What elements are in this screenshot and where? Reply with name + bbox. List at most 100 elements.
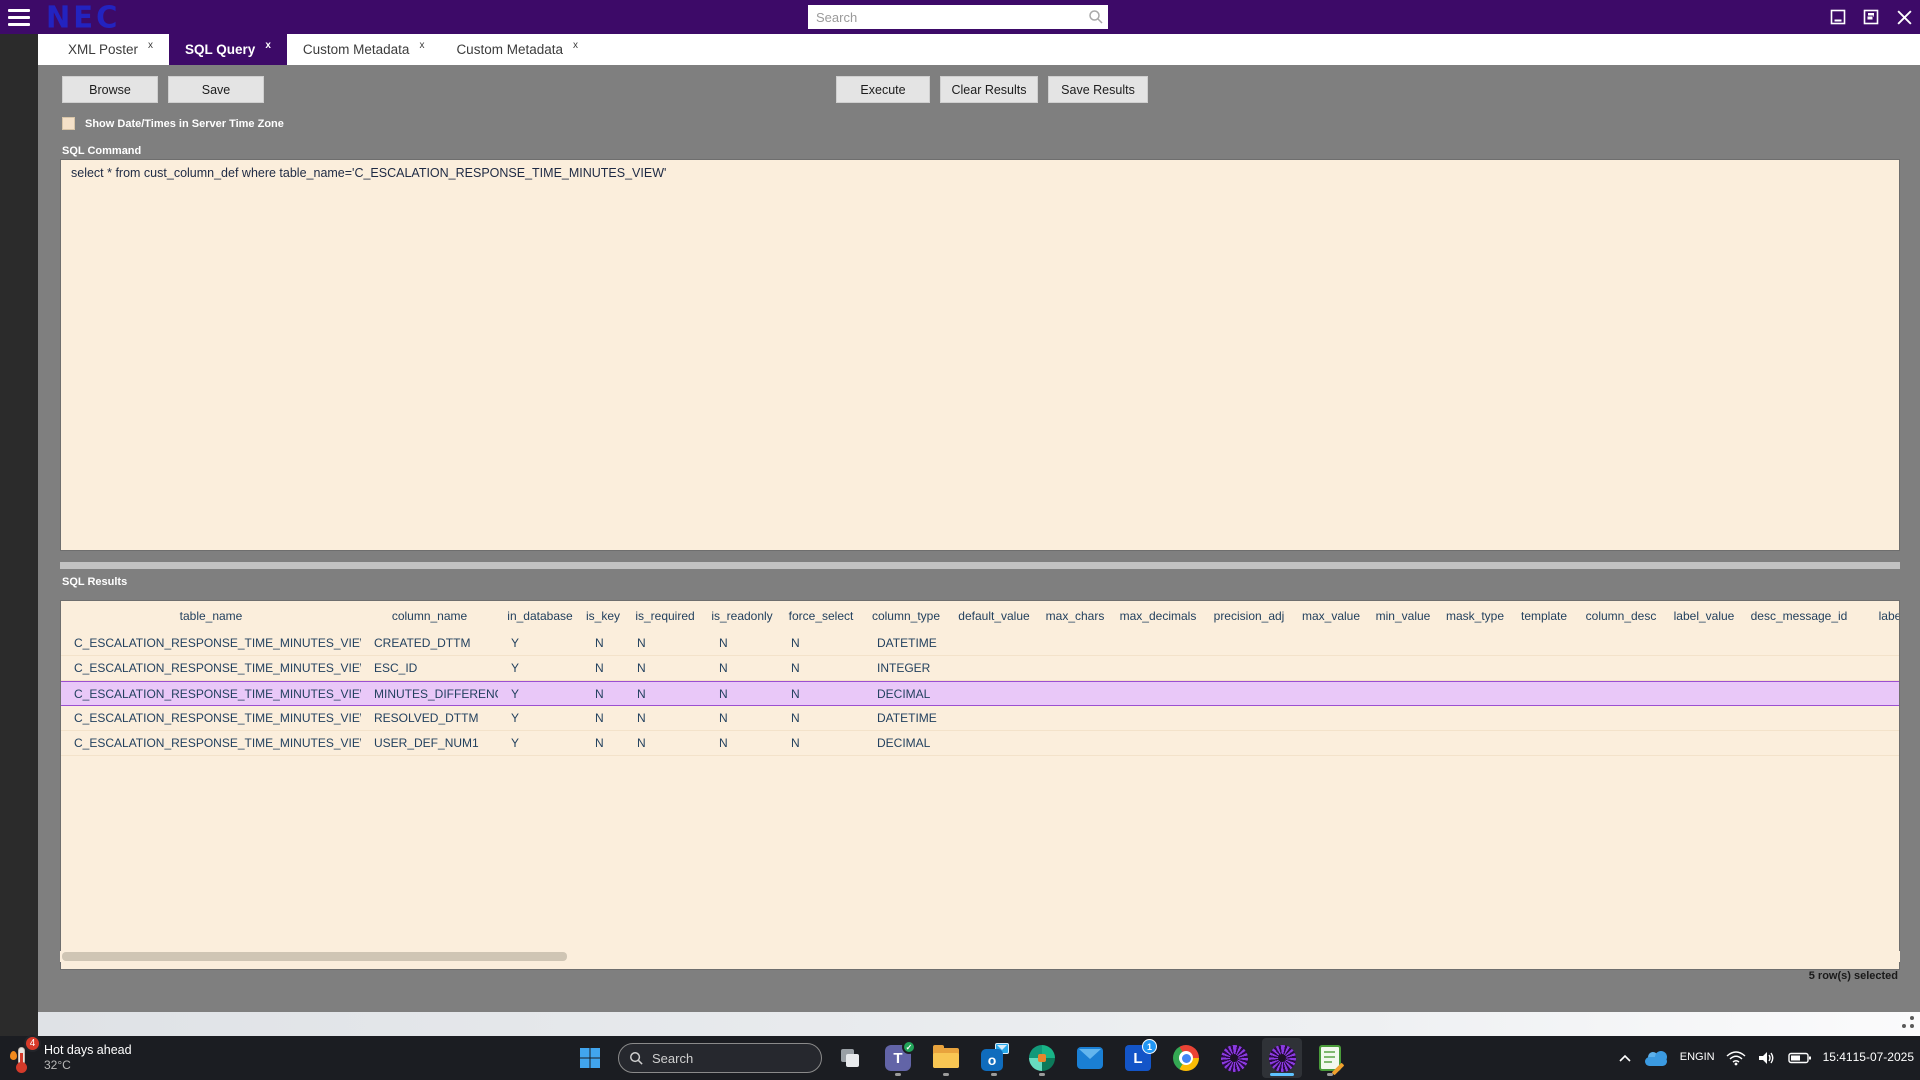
l-app-button[interactable]: L 1: [1118, 1038, 1158, 1078]
notification-badge: 4: [24, 1035, 41, 1052]
column-header[interactable]: column_type: [864, 609, 948, 623]
browse-button[interactable]: Browse: [62, 76, 158, 103]
tab-custom-metadata-1[interactable]: Custom Metadata x: [287, 34, 441, 65]
table-row[interactable]: C_ESCALATION_RESPONSE_TIME_MINUTES_VIEW …: [61, 631, 1899, 656]
tab-close-icon[interactable]: x: [265, 40, 271, 51]
horizontal-scrollbar[interactable]: [60, 951, 1900, 962]
timezone-checkbox-row: Show Date/Times in Server Time Zone: [62, 117, 284, 130]
splitter-handle[interactable]: [60, 562, 1900, 569]
clock-date[interactable]: 15:41 15-07-2025: [1823, 1050, 1914, 1066]
company-app-button[interactable]: [1022, 1038, 1062, 1078]
cell-in-database: Y: [511, 661, 520, 675]
scrollbar-thumb[interactable]: [62, 952, 567, 961]
pinwheel-app-button-1[interactable]: [1214, 1038, 1254, 1078]
column-header[interactable]: column_desc: [1574, 609, 1668, 623]
task-view-button[interactable]: [830, 1038, 870, 1078]
tray-chevron-up-icon[interactable]: [1618, 1054, 1632, 1063]
chrome-icon: [1173, 1045, 1199, 1071]
hamburger-menu-icon[interactable]: [0, 0, 38, 34]
column-header[interactable]: mask_type: [1436, 609, 1514, 623]
wifi-icon[interactable]: [1726, 1050, 1746, 1066]
table-row[interactable]: C_ESCALATION_RESPONSE_TIME_MINUTES_VIEW …: [61, 706, 1899, 731]
column-header[interactable]: desc_message_id: [1740, 609, 1858, 623]
system-tray: ENG IN 15:41 15-07-2025: [1618, 1036, 1914, 1080]
column-header[interactable]: precision_adj: [1206, 609, 1292, 623]
restore-icon[interactable]: [1861, 7, 1881, 27]
language-indicator[interactable]: ENG IN: [1680, 1051, 1715, 1065]
pinwheel-app-button-2-active[interactable]: [1262, 1038, 1302, 1078]
tab-close-icon[interactable]: x: [573, 40, 578, 51]
column-header[interactable]: force_select: [778, 609, 864, 623]
column-header[interactable]: min_value: [1370, 609, 1436, 623]
table-row-selected[interactable]: C_ESCALATION_RESPONSE_TIME_MINUTES_VIEW …: [61, 681, 1899, 706]
column-header[interactable]: is_required: [624, 609, 706, 623]
outlook-classic-button[interactable]: o: [974, 1038, 1014, 1078]
titlebar-search-input[interactable]: [808, 5, 1108, 29]
outlook-icon: o: [981, 1043, 1009, 1071]
minimize-icon[interactable]: [1828, 7, 1848, 27]
save-button[interactable]: Save: [168, 76, 264, 103]
column-header[interactable]: is_readonly: [706, 609, 778, 623]
weather-widget[interactable]: 4 Hot days ahead 32°C: [8, 1035, 132, 1080]
cell-column-type: INTEGER: [877, 661, 931, 675]
chrome-button[interactable]: [1166, 1038, 1206, 1078]
column-header[interactable]: label_n: [1858, 609, 1899, 623]
clear-results-button[interactable]: Clear Results: [940, 76, 1038, 103]
column-header[interactable]: label_value: [1668, 609, 1740, 623]
sql-command-label: SQL Command: [62, 145, 142, 157]
pinwheel-app-icon: [1220, 1044, 1248, 1072]
volume-icon[interactable]: [1757, 1050, 1777, 1066]
weather-temperature: 32°C: [44, 1058, 71, 1073]
file-explorer-button[interactable]: [926, 1038, 966, 1078]
execute-button[interactable]: Execute: [836, 76, 930, 103]
tab-close-icon[interactable]: x: [148, 40, 153, 51]
column-header[interactable]: in_database: [498, 609, 582, 623]
cell-in-database: Y: [511, 636, 520, 650]
tab-xml-poster[interactable]: XML Poster x: [52, 34, 169, 65]
taskbar: 4 Hot days ahead 32°C Search T ✓ o L 1 E…: [0, 1035, 1920, 1080]
column-header[interactable]: column_name: [361, 609, 498, 623]
taskbar-search[interactable]: Search: [618, 1043, 822, 1073]
timezone-checkbox-label: Show Date/Times in Server Time Zone: [85, 117, 284, 130]
cell-is-readonly: N: [719, 736, 728, 750]
close-icon[interactable]: [1894, 7, 1914, 27]
cell-force-select: N: [791, 636, 800, 650]
cell-column-name: ESC_ID: [374, 661, 418, 675]
notepad-app-button[interactable]: [1310, 1038, 1350, 1078]
battery-icon[interactable]: [1787, 1051, 1812, 1065]
outlook-new-button[interactable]: [1070, 1038, 1110, 1078]
sql-results-label: SQL Results: [62, 576, 128, 588]
cell-is-readonly: N: [719, 686, 728, 701]
cell-is-readonly: N: [719, 711, 728, 725]
column-header[interactable]: template: [1514, 609, 1574, 623]
timezone-checkbox[interactable]: [62, 117, 75, 130]
sql-command-input[interactable]: select * from cust_column_def where tabl…: [60, 159, 1900, 551]
tab-label: Custom Metadata: [456, 42, 563, 57]
teams-status-badge: ✓: [902, 1040, 916, 1054]
table-row[interactable]: C_ESCALATION_RESPONSE_TIME_MINUTES_VIEW …: [61, 731, 1899, 756]
table-row[interactable]: C_ESCALATION_RESPONSE_TIME_MINUTES_VIEW …: [61, 656, 1899, 681]
resize-grip[interactable]: [1896, 1016, 1914, 1032]
column-header[interactable]: is_key: [582, 609, 624, 623]
save-results-button[interactable]: Save Results: [1048, 76, 1148, 103]
status-rows-selected: 5 row(s) selected: [1808, 970, 1898, 982]
column-header[interactable]: max_decimals: [1110, 609, 1206, 623]
onedrive-cloud-icon[interactable]: [1643, 1050, 1669, 1066]
column-header[interactable]: table_name: [61, 609, 361, 623]
tab-custom-metadata-2[interactable]: Custom Metadata x: [440, 34, 594, 65]
cell-in-database: Y: [511, 736, 520, 750]
cell-table-name: C_ESCALATION_RESPONSE_TIME_MINUTES_VIEW: [74, 686, 361, 701]
column-header[interactable]: default_value: [948, 609, 1040, 623]
cell-is-required: N: [637, 686, 646, 701]
search-icon: [1089, 10, 1103, 24]
start-button[interactable]: [570, 1038, 610, 1078]
cell-table-name: C_ESCALATION_RESPONSE_TIME_MINUTES_VIEW: [74, 661, 361, 675]
cell-table-name: C_ESCALATION_RESPONSE_TIME_MINUTES_VIEW: [74, 711, 361, 725]
tab-close-icon[interactable]: x: [419, 40, 424, 51]
taskbar-search-placeholder: Search: [652, 1050, 694, 1066]
column-header[interactable]: max_value: [1292, 609, 1370, 623]
tab-sql-query[interactable]: SQL Query x: [169, 34, 287, 65]
application-window: NEC XML Poster x SQL Query x Custom Meta…: [0, 0, 1920, 1080]
column-header[interactable]: max_chars: [1040, 609, 1110, 623]
teams-app-button[interactable]: T ✓: [878, 1038, 918, 1078]
